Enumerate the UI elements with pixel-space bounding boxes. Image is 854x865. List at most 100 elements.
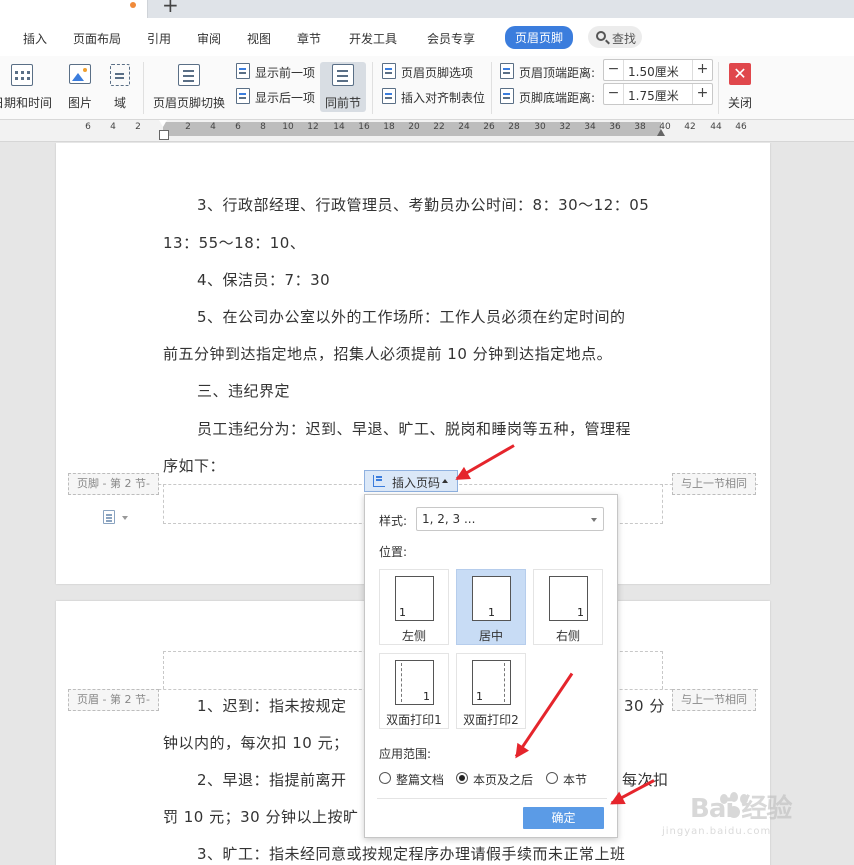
ruler-number: 32 [559, 122, 571, 132]
picture-button[interactable]: 图片 [60, 62, 100, 112]
page-preview: 1 [472, 576, 511, 621]
same-as-previous-tag[interactable]: 与上一节相同 [672, 473, 756, 495]
footer-bottom-icon [500, 88, 514, 104]
header-top-label: 页眉顶端距离: [519, 66, 596, 80]
ruler-number: 10 [282, 122, 294, 132]
close-label: 关闭 [727, 96, 752, 110]
title-bar: + [0, 0, 854, 18]
footer-options-icon[interactable] [103, 510, 115, 524]
chevron-down-icon [591, 518, 597, 522]
menu-references[interactable]: 引用 [147, 30, 171, 47]
menu-page-layout[interactable]: 页面布局 [73, 30, 121, 47]
ruler-number: 22 [433, 122, 445, 132]
ruler-number: 26 [483, 122, 495, 132]
scope-this-page-onward-radio[interactable]: 本页及之后 [456, 770, 540, 787]
ruler-number: 18 [383, 122, 395, 132]
header-footer-options-label: 页眉页脚选项 [401, 66, 474, 80]
paragraph-line[interactable]: 三、违纪界定 [197, 380, 290, 401]
scope-this-page-onward-label: 本页及之后 [473, 773, 534, 787]
page-number-preview: 1 [476, 690, 483, 703]
paragraph-line[interactable]: 1、迟到：指未按规定 [197, 695, 347, 716]
same-as-previous-label: 同前节 [324, 96, 361, 110]
same-as-previous-icon [332, 64, 354, 86]
close-header-footer-button[interactable]: ✕ 关闭 [722, 62, 758, 112]
paragraph-line[interactable]: 5、在公司办公室以外的工作场所：工作人员必须在约定时间的 [197, 306, 626, 327]
ok-button[interactable]: 确定 [523, 807, 604, 829]
paragraph-line[interactable]: 13：55～18：10、 [163, 232, 305, 253]
search-label: 查找 [612, 32, 637, 46]
insert-align-tab-button[interactable]: 插入对齐制表位 [382, 87, 492, 105]
scope-this-section-radio[interactable]: 本节 [546, 770, 596, 787]
ruler-number: 16 [358, 122, 370, 132]
document-tab[interactable] [0, 0, 148, 18]
insert-align-tab-label: 插入对齐制表位 [401, 91, 486, 105]
decrease-button[interactable]: − [604, 60, 624, 80]
menu-section[interactable]: 章节 [297, 30, 321, 47]
position-center-option[interactable]: 1 居中 [456, 569, 526, 645]
increase-button[interactable]: + [692, 60, 712, 80]
paragraph-line[interactable]: 3、行政部经理、行政管理员、考勤员办公时间：8：30～12：05 [197, 194, 649, 215]
right-indent-marker[interactable] [657, 128, 665, 136]
scope-this-section-label: 本节 [563, 773, 588, 787]
radio-circle [546, 772, 558, 784]
show-previous-label: 显示前一项 [255, 66, 316, 80]
date-time-button[interactable]: 日期和时间 [0, 62, 54, 112]
menu-view[interactable]: 视图 [247, 30, 271, 47]
ruler-number: 14 [333, 122, 345, 132]
header-footer-options-icon [382, 63, 396, 79]
position-left-option[interactable]: 1 左侧 [379, 569, 449, 645]
chevron-down-icon[interactable] [122, 516, 128, 520]
paragraph-line[interactable]: 序如下： [163, 455, 225, 476]
page-preview: 1 [395, 576, 434, 621]
position-label: 位置: [379, 545, 408, 559]
menu-header-footer[interactable]: 页眉页脚 [505, 26, 574, 49]
paragraph-line[interactable]: 钟以内的，每次扣 10 元； [163, 732, 349, 753]
position-duplex1-option[interactable]: 1 双面打印1 [379, 653, 449, 729]
paragraph-line[interactable]: 4、保洁员：7：30 [197, 269, 330, 290]
show-next-button[interactable]: 显示后一项 [236, 87, 316, 105]
paragraph-line[interactable]: 3、旷工：指未经同意或按规定程序办理请假手续而未正常上班 [197, 843, 626, 864]
same-as-previous-button[interactable]: 同前节 [320, 62, 366, 112]
paragraph-line[interactable]: 罚 10 元；30 分钟以上按旷 [163, 806, 358, 827]
show-next-icon [236, 88, 250, 104]
header-section-tag: 页眉 - 第 2 节- [68, 689, 159, 711]
horizontal-ruler[interactable]: 6 4 2 2 4 6 8 10 12 14 16 18 20 22 24 26… [0, 120, 854, 142]
menu-insert[interactable]: 插入 [23, 30, 47, 47]
footer-bottom-spinner[interactable]: − 1.75厘米 + [603, 83, 713, 105]
field-button[interactable]: 域 [106, 62, 134, 112]
ruler-number: 36 [609, 122, 621, 132]
menu-review[interactable]: 审阅 [197, 30, 221, 47]
ribbon-divider [491, 62, 492, 114]
footer-bottom-distance: 页脚底端距离: [500, 87, 600, 105]
ruler-number: 46 [735, 122, 747, 132]
header-top-value[interactable]: 1.50厘米 [628, 63, 679, 80]
increase-button[interactable]: + [692, 84, 712, 104]
header-top-spinner[interactable]: − 1.50厘米 + [603, 59, 713, 81]
menu-developer[interactable]: 开发工具 [349, 30, 397, 47]
paragraph-line[interactable]: 30 分 [624, 695, 665, 716]
decrease-button[interactable]: − [604, 84, 624, 104]
position-left-label: 左侧 [401, 629, 426, 643]
footer-bottom-value[interactable]: 1.75厘米 [628, 87, 679, 104]
paragraph-line[interactable]: 员工违纪分为：迟到、早退、旷工、脱岗和睡岗等五种，管理程 [197, 418, 631, 439]
style-select[interactable]: 1, 2, 3 ... [416, 507, 604, 531]
same-as-previous-tag[interactable]: 与上一节相同 [672, 689, 756, 711]
header-top-distance: 页眉顶端距离: [500, 62, 600, 80]
paragraph-line[interactable]: 2、早退：指提前离开 [197, 769, 347, 790]
scope-whole-document-radio[interactable]: 整篇文档 [379, 770, 449, 787]
show-previous-button[interactable]: 显示前一项 [236, 62, 316, 80]
insert-align-tab-icon [382, 88, 396, 104]
header-footer-options-button[interactable]: 页眉页脚选项 [382, 62, 482, 80]
left-indent-marker[interactable] [159, 120, 169, 140]
paragraph-line[interactable]: 前五分钟到达指定地点，招集人必须提前 10 分钟到达指定地点。 [163, 343, 612, 364]
ruler-number: 44 [710, 122, 722, 132]
search-button[interactable]: 查找 [588, 26, 642, 48]
position-duplex2-option[interactable]: 1 双面打印2 [456, 653, 526, 729]
new-tab-plus-icon[interactable]: + [162, 0, 179, 15]
position-right-option[interactable]: 1 右侧 [533, 569, 603, 645]
header-footer-switch-button[interactable]: 页眉页脚切换 [150, 62, 228, 112]
ruler-number: 24 [458, 122, 470, 132]
insert-page-number-button[interactable]: 插入页码 [364, 470, 458, 492]
header-footer-switch-icon [178, 64, 200, 86]
menu-member[interactable]: 会员专享 [427, 30, 475, 47]
